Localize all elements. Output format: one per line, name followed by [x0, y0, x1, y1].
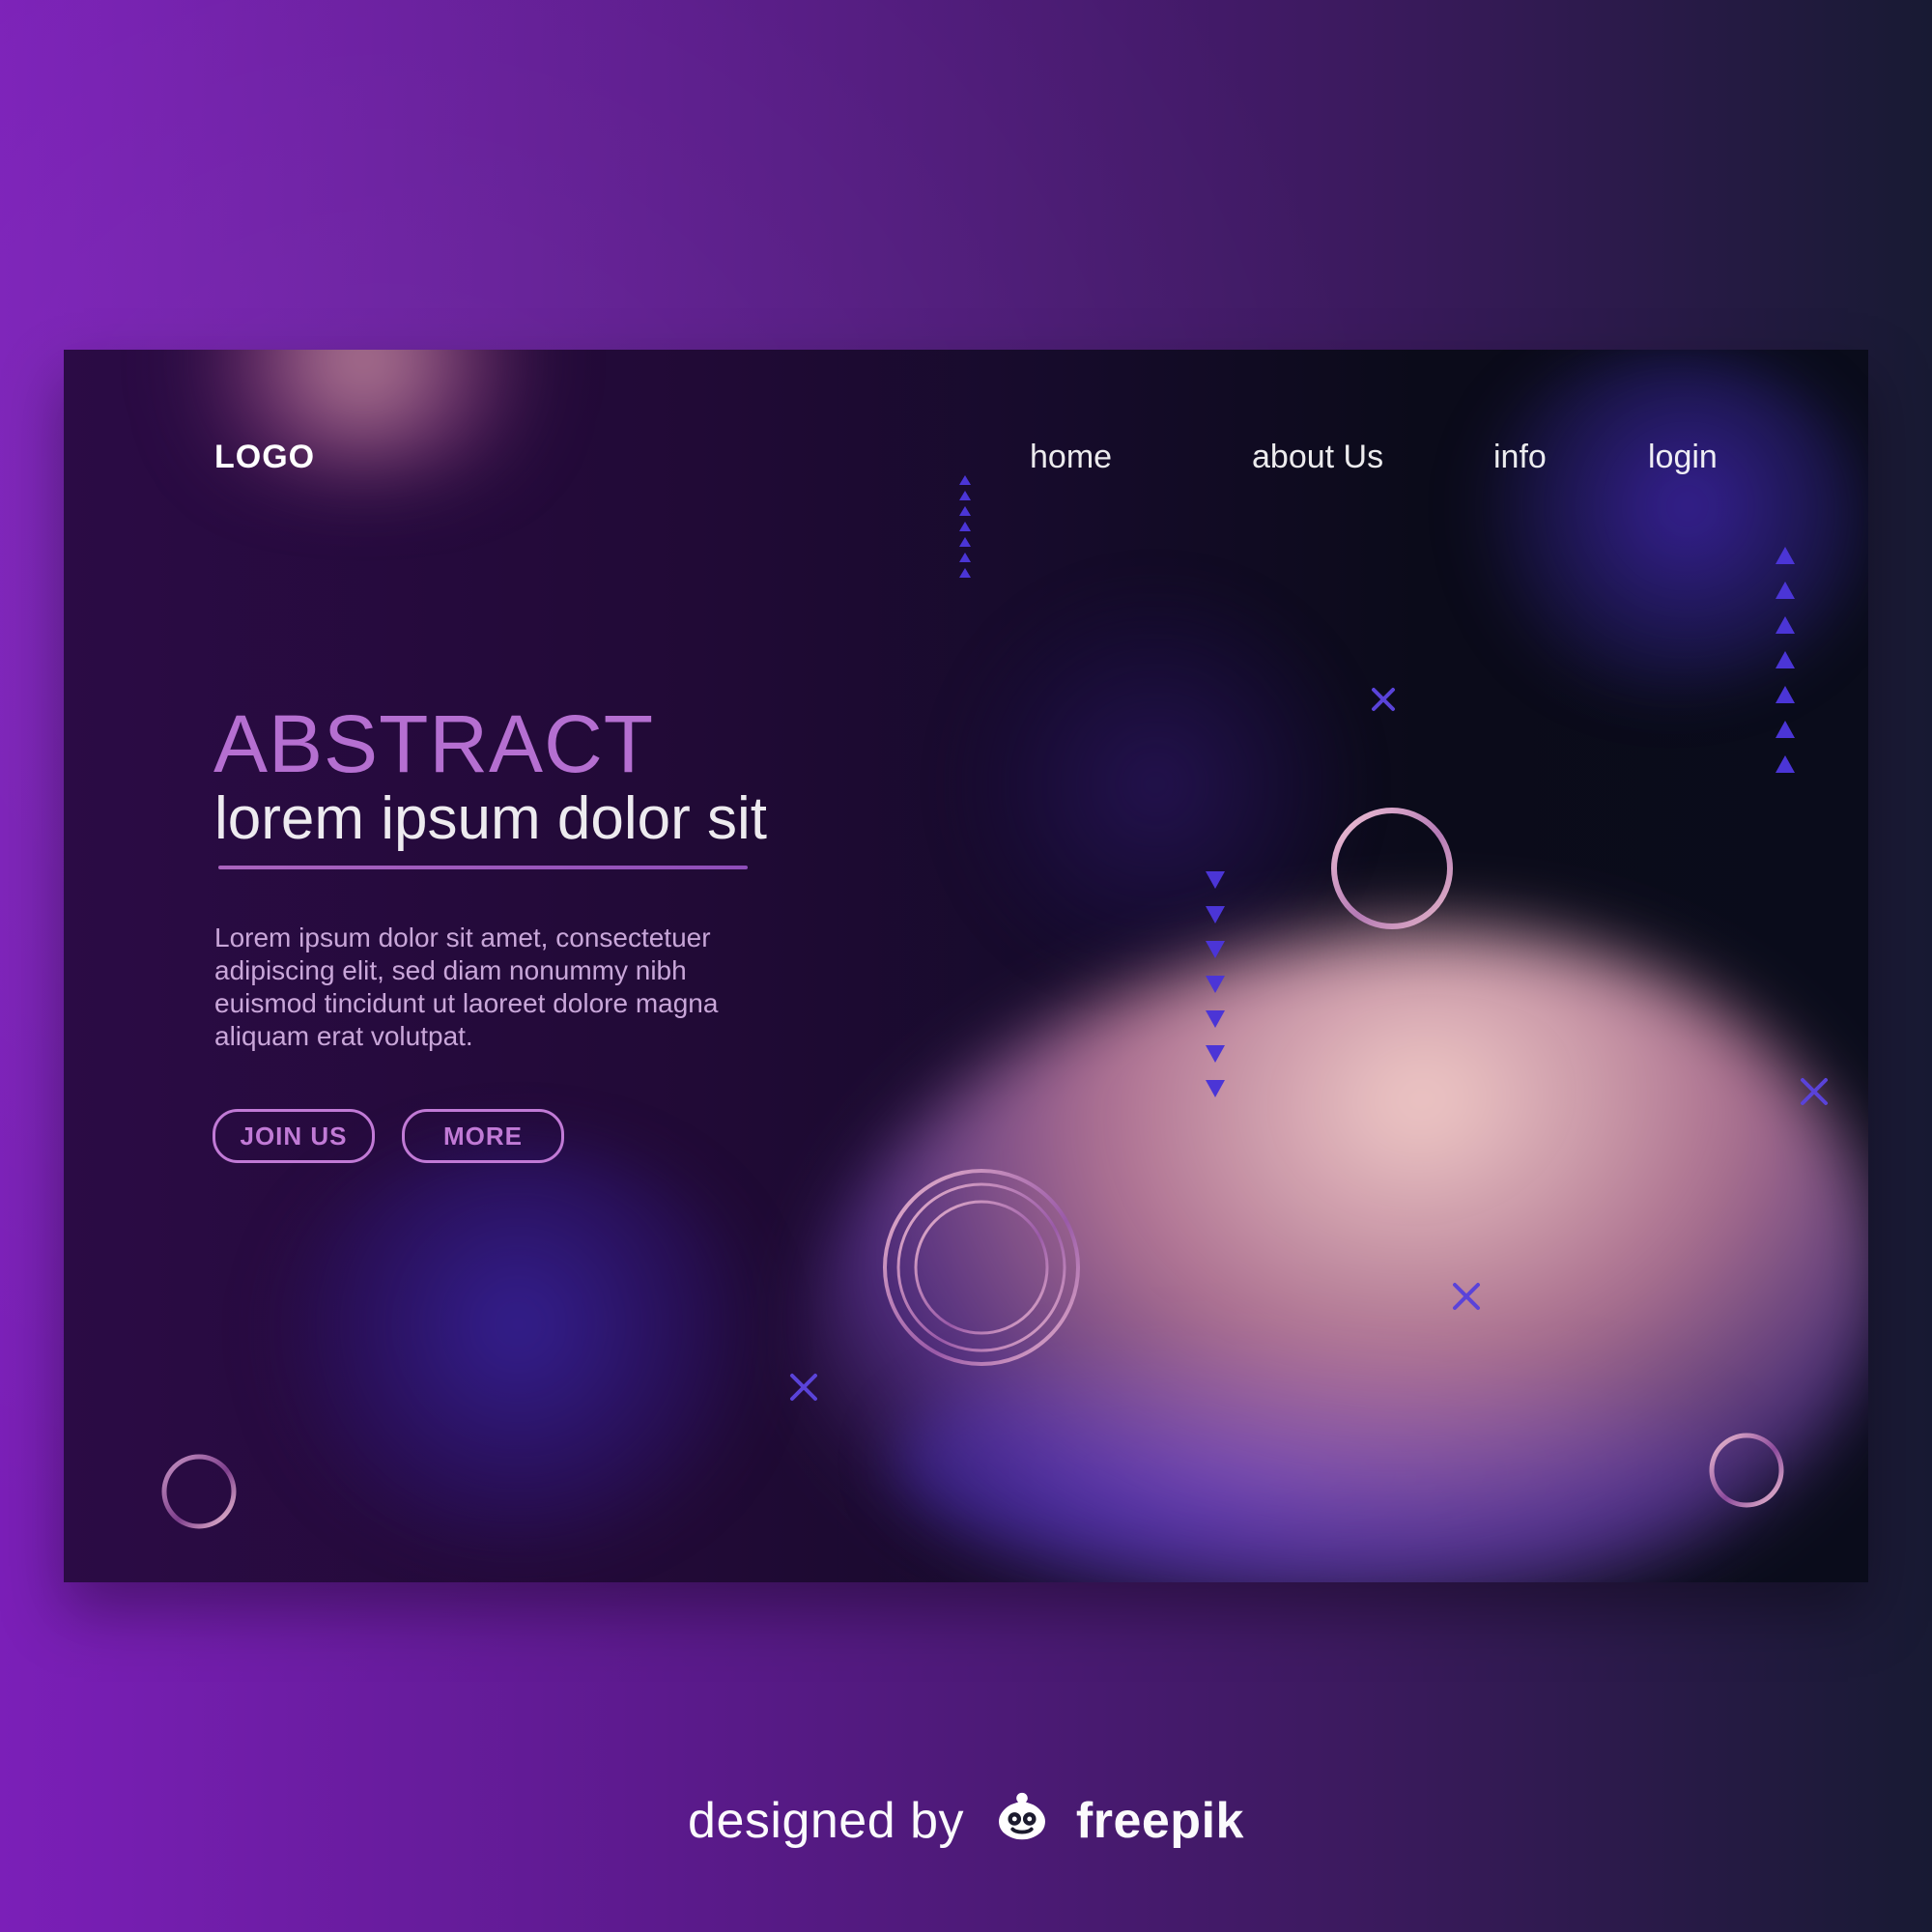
down-triangle-column-icon — [1206, 871, 1225, 1097]
triangle-down-icon — [1206, 1045, 1225, 1063]
x-mark-icon — [1453, 1283, 1480, 1310]
triangle-down-icon — [1206, 1080, 1225, 1097]
triangle-up-icon — [1776, 755, 1795, 773]
hero-title: ABSTRACT — [213, 698, 655, 789]
pink-wave-blob — [754, 867, 1868, 1582]
triangle-up-icon — [1776, 547, 1795, 564]
triangle-up-icon — [959, 537, 971, 547]
triangle-up-icon — [959, 506, 971, 516]
nav-about-us[interactable]: about Us — [1252, 439, 1383, 476]
right-triangle-column-icon — [1776, 547, 1795, 773]
triangle-down-icon — [1206, 1010, 1225, 1028]
triangle-up-icon — [959, 553, 971, 562]
freepik-face-icon — [998, 1792, 1045, 1840]
triangle-down-icon — [1206, 871, 1225, 889]
landing-page-card: LOGO home about Us info login ABSTRACT l… — [64, 350, 1868, 1582]
triangle-up-icon — [959, 522, 971, 531]
footer-credit: designed by freepik — [0, 1787, 1932, 1850]
top-navigation: home about Us info login — [64, 439, 1868, 497]
ring-icon — [161, 1454, 237, 1529]
nav-info[interactable]: info — [1493, 439, 1547, 476]
hero-underline — [218, 866, 748, 869]
triangle-down-icon — [1206, 906, 1225, 923]
triangle-up-icon — [1776, 582, 1795, 599]
join-us-button[interactable]: JOIN US — [213, 1109, 375, 1163]
x-mark-icon — [1801, 1078, 1828, 1105]
hero-subtitle: lorem ipsum dolor sit — [214, 785, 767, 852]
credit-brand[interactable]: freepik — [1076, 1793, 1244, 1849]
triangle-up-icon — [1776, 686, 1795, 703]
nav-home[interactable]: home — [1030, 439, 1112, 476]
credit-designed-by: designed by — [688, 1793, 964, 1849]
purple-top-right-blob — [1464, 350, 1868, 697]
concentric-ring-icon — [883, 1169, 1080, 1366]
nav-login[interactable]: login — [1648, 439, 1718, 476]
x-mark-icon — [790, 1374, 817, 1401]
more-button[interactable]: MORE — [402, 1109, 564, 1163]
triangle-up-icon — [1776, 651, 1795, 668]
triangle-up-icon — [959, 568, 971, 578]
triangle-up-icon — [1776, 721, 1795, 738]
faint-center-blob — [952, 582, 1358, 987]
purple-bottom-blob — [895, 1335, 1745, 1582]
ring-icon — [1331, 808, 1453, 929]
x-mark-icon — [1372, 688, 1395, 711]
triangle-down-icon — [1206, 976, 1225, 993]
ring-icon — [1709, 1433, 1784, 1508]
purple-left-blob — [267, 1142, 769, 1548]
hero-description: Lorem ipsum dolor sit amet, consectetuer… — [214, 923, 719, 1051]
triangle-down-icon — [1206, 941, 1225, 958]
triangle-up-icon — [1776, 616, 1795, 634]
